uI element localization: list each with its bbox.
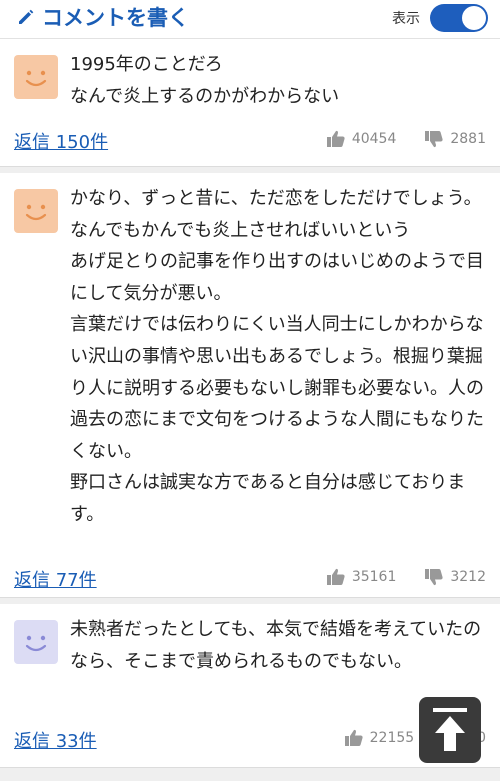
avatar xyxy=(14,620,58,664)
scroll-to-top-button[interactable] xyxy=(419,697,481,763)
display-toggle-label: 表示 xyxy=(392,11,420,27)
smiley-avatar-icon xyxy=(14,620,58,664)
reply-link[interactable]: 返信 33件 xyxy=(14,727,97,753)
smiley-avatar-icon xyxy=(14,189,58,233)
toggle-knob xyxy=(462,6,486,30)
comment-text: かなり、ずっと昔に、ただ恋をしただけでしょう。 なんでもかんでも炎上させればいい… xyxy=(70,188,484,525)
dislike-count: 2881 xyxy=(450,131,486,147)
comment-item: 1995年のことだろ なんで炎上するのかがわからない 返信 150件 40454… xyxy=(0,39,500,167)
write-comment-button[interactable]: コメントを書く xyxy=(16,3,189,31)
comment-text: 1995年のことだろ なんで炎上するのかがわからない xyxy=(70,54,340,107)
comment-header: コメントを書く 表示 xyxy=(0,0,500,39)
thumbs-up-icon[interactable] xyxy=(326,567,346,587)
comment-item: かなり、ずっと昔に、ただ恋をしただけでしょう。 なんでもかんでも炎上させればいい… xyxy=(0,173,500,598)
like-count: 40454 xyxy=(351,131,397,147)
reply-link[interactable]: 返信 77件 xyxy=(14,566,97,592)
avatar xyxy=(14,55,58,99)
smiley-avatar-icon xyxy=(14,55,58,99)
vote-bar: 40454 2881 xyxy=(326,129,486,149)
thumbs-up-icon[interactable] xyxy=(326,129,346,149)
vote-bar: 35161 3212 xyxy=(326,567,486,587)
display-toggle-group: 表示 xyxy=(392,4,488,32)
thumbs-down-icon[interactable] xyxy=(424,129,444,149)
reply-link[interactable]: 返信 150件 xyxy=(14,128,108,154)
comment-text: 未熟者だったとしても、本気で結婚を考えていたのなら、そこまで責められるものでもな… xyxy=(70,619,482,672)
thumbs-up-icon[interactable] xyxy=(344,728,364,748)
comment-divider xyxy=(0,768,500,781)
display-toggle[interactable] xyxy=(430,4,488,32)
pencil-icon xyxy=(19,9,34,24)
avatar xyxy=(14,189,58,233)
write-comment-label: コメントを書く xyxy=(42,6,189,30)
thumbs-down-icon[interactable] xyxy=(424,567,444,587)
arrow-up-icon xyxy=(433,708,467,751)
like-count: 22155 xyxy=(369,730,415,746)
dislike-count: 3212 xyxy=(450,569,486,585)
like-count: 35161 xyxy=(351,569,397,585)
